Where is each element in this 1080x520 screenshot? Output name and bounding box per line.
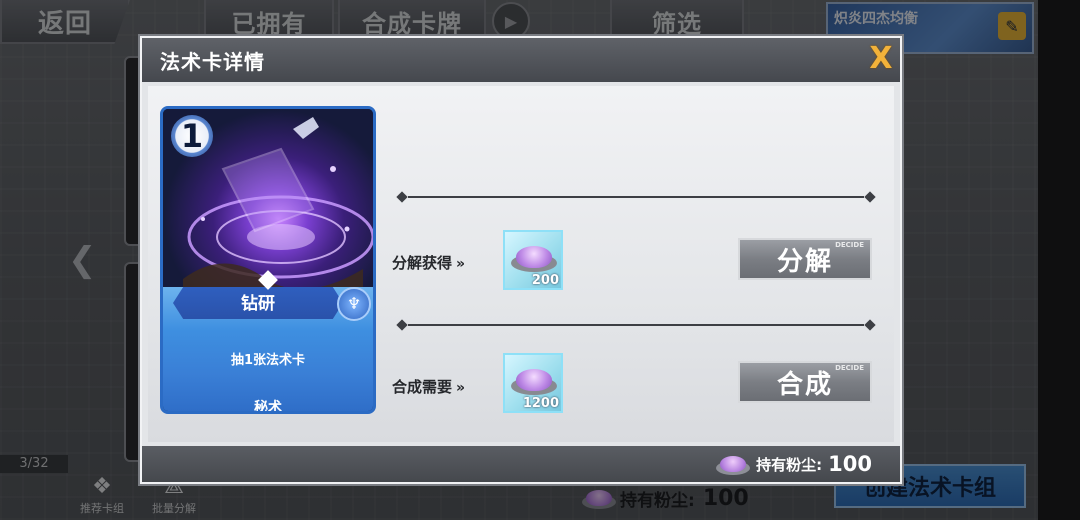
dialog-title: 法术卡详情 [160, 50, 265, 74]
decompose-dust-slot: 200 [503, 230, 563, 290]
craft-label: 合成需要 [392, 378, 453, 396]
craft-button[interactable]: DECIDE 合成 [738, 361, 872, 403]
decompose-label: 分解获得 [392, 254, 453, 272]
decompose-amount: 200 [531, 273, 559, 288]
dust-icon [716, 453, 751, 475]
decompose-row-label: 分解获得» [392, 252, 465, 273]
double-chevron-icon: » [456, 256, 466, 272]
section-divider [396, 191, 876, 203]
dialog-footer: 持有粉尘: 100 [142, 446, 900, 482]
card-description: 抽1张法术卡 [230, 353, 306, 368]
craft-button-label: 合成 [776, 369, 833, 400]
craft-row-label: 合成需要» [392, 376, 465, 397]
held-dust-counter: 持有粉尘: 100 [716, 450, 872, 478]
craft-dust-slot: 1200 [503, 353, 563, 413]
decompose-button[interactable]: DECIDE 分解 [738, 238, 872, 280]
spell-card: 1 钻研 ♆ 抽1张法术卡 秘术 [160, 106, 376, 414]
double-chevron-icon: » [456, 380, 466, 396]
craft-amount: 1200 [522, 396, 559, 411]
trident-crest-icon: ♆ [337, 287, 371, 321]
decide-tag: DECIDE [835, 241, 864, 249]
section-divider [396, 319, 876, 331]
dust-icon [511, 242, 557, 272]
held-dust-label: 持有粉尘: [756, 455, 823, 474]
decompose-button-label: 分解 [776, 246, 833, 277]
decide-tag: DECIDE [835, 364, 864, 372]
dialog-header: 法术卡详情 X [142, 38, 900, 82]
dust-icon [511, 365, 557, 395]
card-type: 钻研 [241, 294, 275, 314]
held-dust-value: 100 [828, 452, 872, 476]
close-button[interactable]: X [864, 42, 898, 76]
card-cost: 1 [171, 115, 213, 157]
card-rarity: 秘术 [254, 400, 282, 414]
